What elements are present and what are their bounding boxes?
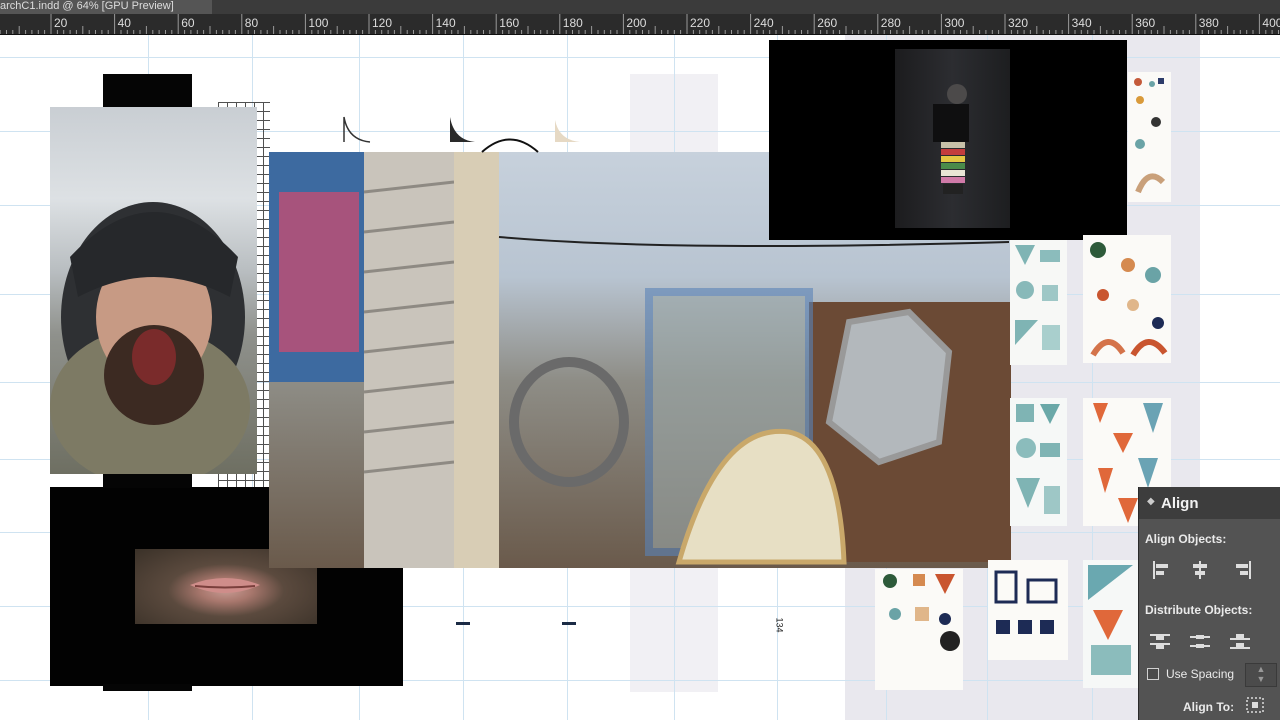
stepper-up-icon[interactable]: ▲ <box>1257 664 1266 674</box>
align-panel[interactable]: ◆ Align Align Objects: Distribute Object… <box>1138 487 1280 720</box>
align-objects-heading: Align Objects: <box>1145 532 1227 546</box>
distribute-top-edges-button[interactable] <box>1147 629 1173 653</box>
align-to-selection-icon[interactable] <box>1245 696 1265 714</box>
pattern-shapes-6 <box>883 574 960 651</box>
distribute-bottom-icon <box>1230 634 1250 649</box>
document-tab[interactable]: archC1.indd @ 64% [GPU Preview] <box>0 0 212 14</box>
ruler-label: 380 <box>1198 16 1219 30</box>
align-panel-title: Align <box>1161 495 1199 512</box>
ruler-label: 80 <box>244 16 259 30</box>
black-frame-top[interactable] <box>103 74 192 109</box>
ruler-label: 400 <box>1262 16 1280 30</box>
ruler-label: 140 <box>435 16 456 30</box>
horizontal-ruler[interactable]: 20 40 60 80 100 120 140 160 180 200 220 240 260 280 30… <box>0 14 1280 35</box>
use-spacing-checkbox[interactable] <box>1147 668 1159 680</box>
ruler-label: 160 <box>499 16 520 30</box>
pattern-thumb-3[interactable] <box>1083 235 1171 363</box>
photo-hooded-man-shouting[interactable] <box>50 107 257 474</box>
align-to-label: Align To: <box>1183 700 1235 714</box>
align-panel-tab[interactable]: ◆ Align <box>1139 487 1280 519</box>
black-frame-tab-bottom <box>103 684 192 691</box>
distribute-objects-heading: Distribute Objects: <box>1145 603 1253 617</box>
ruler-label: 360 <box>1135 16 1156 30</box>
pattern-shapes-3 <box>1090 242 1168 357</box>
ruler-label: 280 <box>880 16 901 30</box>
spacing-stepper[interactable]: ▲ ▼ <box>1245 663 1277 687</box>
align-horizontal-center-icon <box>1193 561 1207 579</box>
distribute-vertical-centers-button[interactable] <box>1187 629 1213 653</box>
pattern-thumb-2[interactable] <box>1010 240 1067 365</box>
align-left-edges-button[interactable] <box>1149 558 1175 582</box>
hooded-man-illustration <box>50 202 250 474</box>
pattern-shapes-1 <box>1134 78 1166 194</box>
distribute-top-icon <box>1150 634 1170 649</box>
dash-mark-1 <box>456 622 470 625</box>
pattern-thumb-4[interactable] <box>1010 398 1067 526</box>
ruler-label: 260 <box>817 16 838 30</box>
ruler-label: 240 <box>753 16 774 30</box>
curve-marks <box>343 116 580 153</box>
dash-mark-2 <box>562 622 576 625</box>
ruler-label: 100 <box>308 16 329 30</box>
align-horizontal-centers-button[interactable] <box>1187 558 1213 582</box>
align-right-icon <box>1236 561 1251 579</box>
pattern-shapes-7 <box>994 570 1058 634</box>
distribute-bottom-edges-button[interactable] <box>1227 629 1253 653</box>
ruler-label: 20 <box>54 16 68 30</box>
use-spacing-label: Use Spacing <box>1166 667 1235 681</box>
ruler-label: 220 <box>690 16 711 30</box>
ruler-label: 300 <box>944 16 965 30</box>
pattern-thumb-6[interactable] <box>875 569 963 690</box>
align-left-icon <box>1153 561 1168 579</box>
pattern-thumb-8[interactable] <box>1083 560 1139 688</box>
ruler-label: 120 <box>372 16 393 30</box>
pattern-thumb-7[interactable] <box>988 560 1068 660</box>
pattern-shapes-8 <box>1088 565 1133 675</box>
page-number-marker: 134 <box>774 617 785 633</box>
ruler-label: 60 <box>181 16 195 30</box>
ruler-label: 340 <box>1071 16 1092 30</box>
pattern-shapes-4 <box>1016 404 1060 514</box>
black-frame-tab-top <box>103 474 192 488</box>
document-tab-title: archC1.indd @ 64% [GPU Preview] <box>0 0 174 12</box>
align-to-selection-glyph <box>1246 697 1264 713</box>
pattern-shapes-2 <box>1015 245 1060 350</box>
stepper-down-icon[interactable]: ▼ <box>1257 674 1266 684</box>
ruler-label: 180 <box>562 16 583 30</box>
photo-figure-from-above[interactable] <box>895 49 1010 228</box>
ruler-label: 200 <box>626 16 647 30</box>
distribute-vertical-center-icon <box>1190 635 1210 648</box>
pattern-thumb-1[interactable] <box>1128 72 1171 202</box>
ruler-label: 320 <box>1008 16 1029 30</box>
figure-illustration <box>933 84 969 194</box>
ruler-label: 40 <box>117 16 131 30</box>
collapse-chevron-icon[interactable]: ◆ <box>1147 496 1155 507</box>
align-right-edges-button[interactable] <box>1229 558 1255 582</box>
